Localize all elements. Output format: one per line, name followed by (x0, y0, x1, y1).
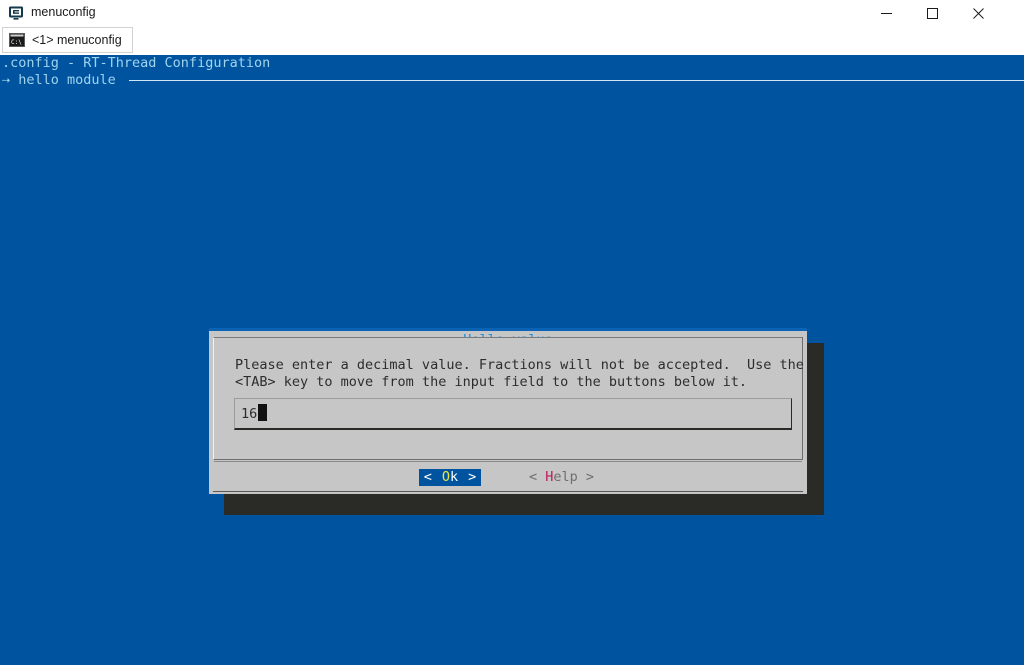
ok-label-rest: k (450, 469, 459, 485)
breadcrumb-rule (129, 80, 1024, 81)
ok-left-bracket: < (423, 469, 432, 485)
help-button[interactable]: < H elp > (529, 469, 594, 486)
close-button[interactable] (955, 0, 1001, 26)
terminal-breadcrumb: ⇢ hello module (2, 72, 116, 88)
close-icon (972, 7, 984, 19)
application-window: menuconfig C:\ <1> menuconfig .config - … (0, 0, 1024, 665)
input-value-text: 16 (241, 406, 258, 422)
help-right-bracket: > (577, 469, 595, 485)
help-left-bracket: < (529, 469, 546, 485)
dialog-bottom-rule (213, 491, 803, 492)
title-bar: menuconfig (0, 0, 1024, 26)
dialog-body-frame: Please enter a decimal value. Fractions … (213, 337, 804, 460)
svg-text:C:\: C:\ (11, 39, 22, 46)
text-cursor (258, 404, 267, 421)
minimize-icon (880, 12, 892, 14)
minimize-button[interactable] (863, 0, 909, 26)
console-icon: C:\ (9, 33, 25, 47)
dialog-body-line-2: <TAB> key to move from the input field t… (235, 374, 748, 390)
terminal-monitor-icon (8, 5, 24, 21)
ok-button[interactable]: < Ok > (419, 469, 481, 486)
tab-menuconfig[interactable]: C:\ <1> menuconfig (2, 27, 133, 53)
ok-hotkey: O (441, 469, 450, 485)
maximize-icon (926, 7, 938, 19)
dialog-body-line-1: Please enter a decimal value. Fractions … (235, 357, 804, 373)
ok-button-label: Ok (432, 469, 468, 486)
maximize-button[interactable] (909, 0, 955, 26)
terminal-header-line: .config - RT-Thread Configuration (2, 55, 271, 71)
dialog-button-row: < Ok > < H elp > (209, 467, 807, 491)
decimal-value-input[interactable]: 16 (234, 398, 792, 430)
window-title: menuconfig (31, 5, 96, 19)
hello-value-dialog: Hello value Please enter a decimal value… (209, 328, 807, 494)
terminal-surface[interactable]: .config - RT-Thread Configuration ⇢ hell… (0, 55, 1024, 665)
button-row-separator (214, 461, 802, 462)
tab-strip: C:\ <1> menuconfig Search (0, 26, 1024, 76)
tab-label: <1> menuconfig (32, 33, 122, 47)
help-hotkey: H (545, 469, 554, 485)
ok-right-bracket: > (468, 469, 477, 485)
help-label-rest: elp (553, 469, 578, 485)
